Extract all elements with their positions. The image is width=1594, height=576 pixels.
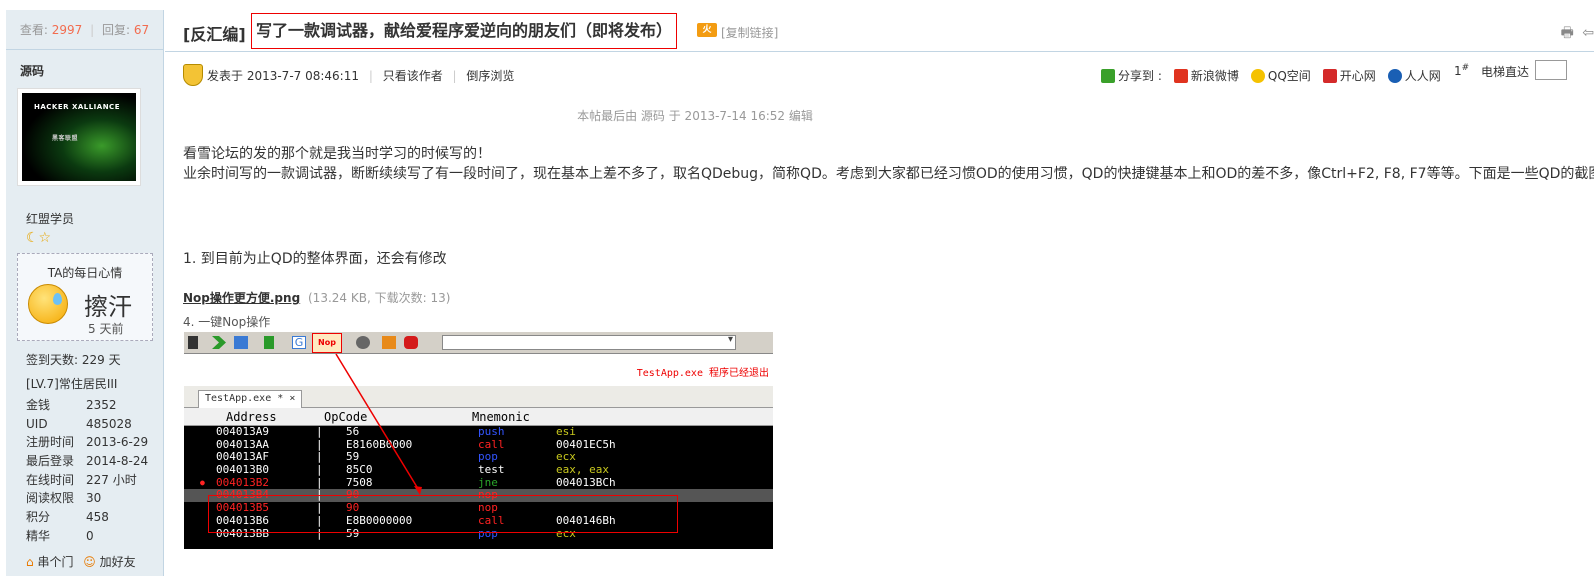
thread-category[interactable]: [反汇编] [183, 21, 246, 45]
share-label: 分享到 : [1118, 69, 1162, 83]
reverse-order-link[interactable]: 倒序浏览 [466, 69, 514, 83]
renren-icon [1387, 69, 1402, 83]
thread-title-bar: [反汇编] 写了一款调试器，献给爱程序爱逆向的朋友们（即将发布） 火 [复制链接… [165, 10, 1594, 52]
share-renren[interactable]: 人人网 [1405, 69, 1441, 83]
edited-note: 本帖最后由 源码 于 2013-7-14 16:52 编辑 [577, 109, 813, 123]
author-name[interactable]: 源码 [6, 50, 163, 92]
attachment-link[interactable]: Nop操作更方便.png [183, 291, 300, 305]
hot-badge-icon: 火 [697, 23, 717, 37]
post-info-bar: 发表于 2013-7-7 08:46:11 | 只看该作者 | 倒序浏览 分享到… [165, 52, 1594, 98]
avatar-text: HACKER XALLIANCE [34, 103, 120, 111]
replies-label: 回复: [101, 23, 131, 37]
kaixin-icon [1322, 69, 1337, 83]
views-count: 2997 [51, 23, 83, 37]
views-label: 查看: [19, 23, 48, 37]
back-icon[interactable]: ⇦ [1582, 25, 1594, 41]
divider: | [452, 69, 457, 83]
only-author-link[interactable]: 只看该作者 [383, 69, 443, 83]
post-body: 看雪论坛的发的那个就是我当时学习的时候写的！ 业余时间写的一款调试器，断断续续写… [183, 144, 1594, 184]
avatar[interactable]: HACKER XALLIANCE 黑客联盟 [17, 88, 141, 186]
post-line: 看雪论坛的发的那个就是我当时学习的时候写的！ [183, 146, 491, 162]
share-kaixin[interactable]: 开心网 [1340, 69, 1376, 83]
copy-link[interactable]: [复制链接] [721, 24, 778, 41]
replies-count: 67 [133, 23, 150, 37]
post-main: [反汇编] 写了一款调试器，献给爱程序爱逆向的朋友们（即将发布） 火 [复制链接… [165, 10, 1594, 576]
nop-arrow [335, 353, 422, 495]
share-bar: 分享到 : 新浪微博 QQ空间 开心网 人人网 [1101, 67, 1441, 84]
weibo-icon [1173, 69, 1188, 83]
floor-number[interactable]: 1# [1454, 63, 1469, 78]
attachment-meta: (13.24 KB, 下载次数: 13) [308, 291, 451, 305]
print-icon[interactable]: 🖶 [1561, 25, 1574, 41]
elevator-input[interactable] [1535, 60, 1567, 80]
share-plus-icon [1101, 69, 1115, 83]
image-caption: 4. 一键Nop操作 [183, 315, 271, 329]
share-weibo[interactable]: 新浪微博 [1191, 69, 1239, 83]
post-step: 1. 到目前为止QD的整体界面，还会有修改 [183, 251, 447, 267]
avatar-subtext: 黑客联盟 [52, 135, 79, 142]
divider: | [368, 69, 373, 83]
post-date: 发表于 2013-7-7 08:46:11 [207, 69, 359, 83]
debugger-screenshot[interactable]: G Nop TestApp.exe 程序已经退出 TestApp.exe * ×… [184, 332, 773, 549]
shield-icon [183, 64, 203, 86]
thread-title: 写了一款调试器，献给爱程序爱逆向的朋友们（即将发布） [251, 13, 678, 49]
thread-stats: 查看: 2997 | 回复: 67 [6, 10, 163, 50]
elevator-label: 电梯直达 [1481, 65, 1530, 79]
post-line: 业余时间写的一款调试器，断断续续写了有一段时间了，现在基本上差不多了，取名QDe… [183, 166, 1594, 182]
qzone-icon [1250, 69, 1265, 83]
stats-divider: | [90, 23, 95, 37]
share-qzone[interactable]: QQ空间 [1268, 69, 1311, 83]
